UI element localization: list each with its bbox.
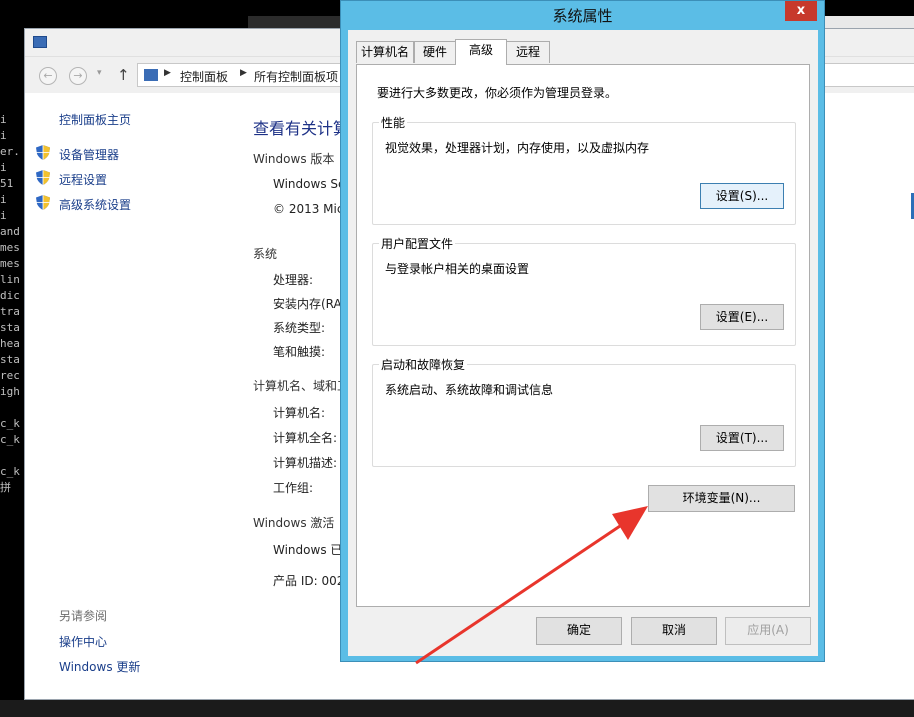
activation-status-row: Windows 已 [273,543,343,557]
activation-section-title: Windows 激活 [253,516,335,530]
environment-variables-button[interactable]: 环境变量(N)... [648,485,795,512]
full-computer-name-label: 计算机全名: [273,431,338,445]
computer-name-label: 计算机名: [273,406,326,420]
terminal-line: i [0,161,7,174]
performance-group: 性能 视觉效果，处理器计划，内存使用，以及虚拟内存 设置(S)... [372,114,796,225]
breadcrumb-control-panel[interactable]: 控制面板 [180,68,228,85]
terminal-line: 拼 [0,481,11,494]
user-profiles-legend: 用户配置文件 [379,235,456,252]
taskbar-edge [0,700,914,717]
edition-section-title: Windows 版本 [253,152,335,166]
terminal-line: er. [0,145,20,158]
pen-touch-label: 笔和触摸: [273,345,326,359]
tab-advanced[interactable]: 高级 [455,39,507,65]
shield-icon [36,145,50,160]
recent-pages-chevron-icon[interactable]: ▾ [97,68,102,78]
windows-update-link[interactable]: Windows 更新 [59,658,140,675]
ok-button[interactable]: 确定 [536,617,622,645]
advanced-system-settings-link[interactable]: 高级系统设置 [59,196,131,213]
up-arrow-icon[interactable]: ↑ [117,66,130,84]
cancel-button[interactable]: 取消 [631,617,717,645]
system-properties-dialog: 系统属性 x 计算机名 硬件 高级 远程 要进行大多数更改，你必须作为管理员登录… [340,0,825,662]
terminal-line: i [0,129,7,142]
back-arrow-icon[interactable]: ← [39,67,57,85]
computer-section-title: 计算机名、域和工 [253,379,350,393]
tab-computer-name[interactable]: 计算机名 [356,41,414,63]
terminal-line: 51 [0,177,14,190]
terminal-line: sta [0,353,20,366]
terminal-line: rec [0,369,20,382]
terminal-line: c_k [0,465,20,478]
edition-row: Windows Se [273,177,346,191]
memory-label: 安装内存(RA [273,297,342,311]
terminal-line: dic [0,289,20,302]
close-button[interactable]: x [785,1,817,21]
terminal-line: hea [0,337,20,350]
performance-settings-button[interactable]: 设置(S)... [700,183,784,209]
shield-icon [36,195,50,210]
user-profiles-description: 与登录帐户相关的桌面设置 [385,262,530,276]
remote-settings-link[interactable]: 远程设置 [59,171,107,188]
user-profiles-group: 用户配置文件 与登录帐户相关的桌面设置 设置(E)... [372,235,796,346]
system-type-label: 系统类型: [273,321,326,335]
terminal-window: i i er. i 51 i i and mes mes lin dic tra sta hea sta rec… [0,80,24,680]
dialog-client-area: 计算机名 硬件 高级 远程 要进行大多数更改，你必须作为管理员登录。 性能 视觉… [348,30,818,656]
admin-notice: 要进行大多数更改，你必须作为管理员登录。 [377,86,618,100]
terminal-line: mes [0,257,20,270]
terminal-line: i [0,193,7,206]
performance-legend: 性能 [379,114,408,131]
terminal-line: and [0,225,20,238]
copyright-row: © 2013 Mic [273,202,344,216]
startup-recovery-description: 系统启动、系统故障和调试信息 [385,383,554,397]
action-center-link[interactable]: 操作中心 [59,633,107,650]
product-id-row: 产品 ID: 002 [273,574,345,588]
device-manager-link[interactable]: 设备管理器 [59,146,119,163]
terminal-line: sta [0,321,20,334]
see-also-label: 另请参阅 [59,609,108,623]
performance-description: 视觉效果，处理器计划，内存使用，以及虚拟内存 [385,141,650,155]
system-section-title: 系统 [253,247,278,261]
startup-recovery-group: 启动和故障恢复 系统启动、系统故障和调试信息 设置(T)... [372,356,796,467]
advanced-tab-panel: 要进行大多数更改，你必须作为管理员登录。 性能 视觉效果，处理器计划，内存使用，… [356,64,810,607]
startup-recovery-legend: 启动和故障恢复 [379,356,468,373]
breadcrumb-all-items[interactable]: 所有控制面板项 [254,68,338,85]
page-title: 查看有关计算 [253,119,350,138]
terminal-line: lin [0,273,20,286]
terminal-line: igh [0,385,20,398]
control-panel-icon [144,69,158,81]
computer-description-label: 计算机描述: [273,456,338,470]
startup-recovery-settings-button[interactable]: 设置(T)... [700,425,784,451]
terminal-line: i [0,113,7,126]
tab-hardware[interactable]: 硬件 [414,41,456,63]
forward-arrow-icon[interactable]: → [69,67,87,85]
terminal-line: i [0,209,7,222]
tab-remote[interactable]: 远程 [506,41,550,63]
user-profiles-settings-button[interactable]: 设置(E)... [700,304,784,330]
terminal-line: c_k [0,417,20,430]
breadcrumb-separator-icon[interactable]: ▶ [164,68,171,78]
terminal-line: c_k [0,433,20,446]
apply-button[interactable]: 应用(A) [725,617,811,645]
left-navigation: 控制面板主页 设备管理器 远程设置 高级系统设置 另请参阅 操作中心 Windo… [25,93,235,699]
system-icon [33,36,47,48]
shield-icon [36,170,50,185]
processor-label: 处理器: [273,273,314,287]
workgroup-label: 工作组: [273,481,314,495]
dialog-title: 系统属性 [552,7,613,25]
terminal-line: mes [0,241,20,254]
breadcrumb-separator-icon[interactable]: ▶ [240,68,247,78]
terminal-line: tra [0,305,20,318]
control-panel-home-link[interactable]: 控制面板主页 [59,111,131,128]
